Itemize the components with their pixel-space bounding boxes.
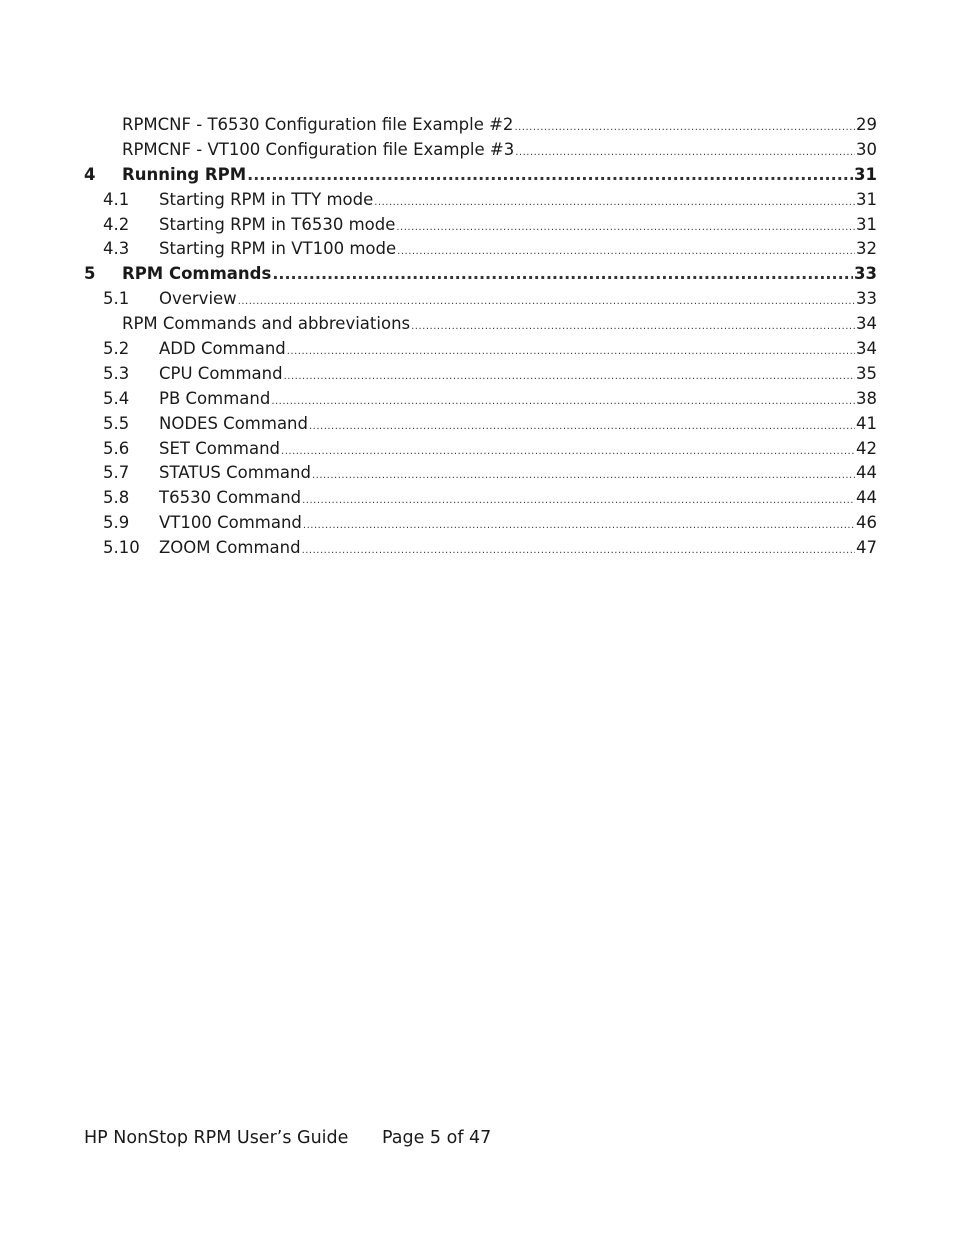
toc-entry-number: 4.1 — [103, 189, 130, 209]
dot-leader — [247, 163, 853, 188]
toc-entry[interactable]: RPMCNF - VT100 Configuration file Exampl… — [84, 138, 877, 163]
toc-entry-page: 31 — [854, 164, 877, 184]
toc-entry-page: 31 — [856, 189, 877, 209]
toc-entry-number: 5.3 — [103, 363, 130, 383]
toc-entry-number: 5.7 — [103, 463, 130, 483]
toc-entry[interactable]: RPM Commands and abbreviations 34 — [84, 312, 877, 337]
toc-entry[interactable]: 4.3 Starting RPM in VT100 mode 32 — [84, 237, 877, 262]
toc-entry-page: 32 — [856, 239, 877, 259]
toc-entry-page: 41 — [856, 413, 877, 433]
toc-entry-number: 5.6 — [103, 438, 130, 458]
toc-entry[interactable]: 5.3 CPU Command 35 — [84, 362, 877, 387]
toc-entry-page: 33 — [856, 289, 877, 309]
toc-entry-number: 5.5 — [103, 413, 130, 433]
toc-entry[interactable]: 5.10 ZOOM Command 47 — [84, 536, 877, 561]
toc-entry-title: Starting RPM in T6530 mode — [159, 214, 396, 234]
dot-leader — [302, 539, 855, 564]
toc-entry-number: 5.2 — [103, 339, 130, 359]
toc-entry[interactable]: RPMCNF - T6530 Configuration file Exampl… — [84, 113, 877, 138]
dot-leader — [272, 262, 853, 287]
toc-entry[interactable]: 4.1 Starting RPM in TTY mode 31 — [84, 188, 877, 213]
toc-entry-title: NODES Command — [159, 413, 308, 433]
toc-entry-page: 34 — [856, 314, 877, 334]
toc-entry[interactable]: 4.2 Starting RPM in T6530 mode 31 — [84, 213, 877, 238]
toc-entry[interactable]: 5.8 T6530 Command 44 — [84, 486, 877, 511]
toc-chapter[interactable]: 4 Running RPM 31 — [84, 163, 877, 188]
toc-entry-title: T6530 Command — [159, 488, 302, 508]
toc-entry[interactable]: 5.2 ADD Command 34 — [84, 337, 877, 362]
toc-entry-title: Starting RPM in VT100 mode — [159, 239, 397, 259]
toc-entry[interactable]: 5.5 NODES Command 41 — [84, 412, 877, 437]
toc-entry-title: PB Command — [159, 388, 271, 408]
toc-entry-number: 4 — [84, 164, 96, 184]
toc-entry-number: 4.2 — [103, 214, 130, 234]
toc-entry-title: RPM Commands and abbreviations — [122, 314, 411, 334]
toc-entry-title: RPM Commands — [122, 264, 272, 284]
toc-entry-title: SET Command — [159, 438, 281, 458]
toc-entry-page: 47 — [856, 538, 877, 558]
page-footer: HP NonStop RPM User’s Guide Page 5 of 47 — [84, 1128, 491, 1148]
toc-entry-number: 5.8 — [103, 488, 130, 508]
toc-entry-number: 5.10 — [103, 538, 140, 558]
toc-entry-page: 46 — [856, 513, 877, 533]
toc-entry-title: RPMCNF - T6530 Configuration file Exampl… — [122, 115, 514, 134]
toc-entry-title: CPU Command — [159, 363, 283, 383]
toc-entry-number: 5.9 — [103, 513, 130, 533]
toc-entry-page: 31 — [856, 214, 877, 234]
toc-entry-title: Running RPM — [122, 164, 247, 184]
toc-entry-title: ZOOM Command — [159, 538, 301, 558]
table-of-contents: RPMCNF - T6530 Configuration file Exampl… — [84, 113, 877, 561]
toc-entry-number: 5.1 — [103, 289, 130, 309]
toc-entry-title: RPMCNF - VT100 Configuration file Exampl… — [122, 139, 515, 159]
toc-entry[interactable]: 5.6 SET Command 42 — [84, 437, 877, 462]
toc-entry-page: 30 — [856, 139, 877, 159]
toc-entry-page: 35 — [856, 363, 877, 383]
toc-entry[interactable]: 5.1 Overview 33 — [84, 287, 877, 312]
toc-entry[interactable]: 5.9 VT100 Command 46 — [84, 511, 877, 536]
toc-entry-title: STATUS Command — [159, 463, 311, 483]
toc-entry-number: 5.4 — [103, 388, 130, 408]
toc-entry-page: 33 — [854, 264, 877, 284]
toc-entry-page: 44 — [856, 463, 877, 483]
footer-page-number: Page 5 of 47 — [381, 1128, 492, 1148]
toc-entry-page: 34 — [856, 339, 877, 359]
toc-entry-page: 42 — [856, 438, 877, 458]
toc-entry-title: VT100 Command — [159, 513, 302, 533]
toc-entry-number: 5 — [84, 264, 96, 284]
toc-entry-page: 38 — [856, 388, 877, 408]
footer-document-title: HP NonStop RPM User’s Guide — [84, 1128, 349, 1148]
toc-entry-page: 29 — [856, 115, 877, 134]
toc-entry-number: 4.3 — [103, 239, 130, 259]
toc-entry[interactable]: 5.4 PB Command 38 — [84, 387, 877, 412]
toc-entry-title: Overview — [159, 289, 237, 309]
toc-entry[interactable]: 5.7 STATUS Command 44 — [84, 461, 877, 486]
toc-entry-title: Starting RPM in TTY mode — [159, 189, 374, 209]
toc-chapter[interactable]: 5 RPM Commands 33 — [84, 262, 877, 287]
toc-entry-title: ADD Command — [159, 339, 286, 359]
toc-entry-page: 44 — [856, 488, 877, 508]
